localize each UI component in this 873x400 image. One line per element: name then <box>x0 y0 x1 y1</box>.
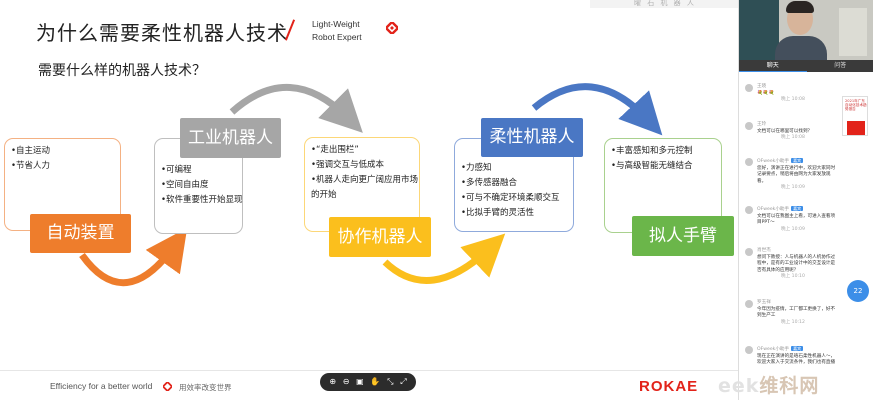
chat-time: 晚上 10:09 <box>781 226 805 232</box>
arrow-4 <box>531 83 663 136</box>
stage-label-collaborative: 协作机器人 <box>329 217 431 257</box>
chat-message: OFweek小助手 嘉宾 文档可以在我图主上看，可进入查看项目PPT～ 晚上 10… <box>745 206 837 233</box>
guest-badge: 嘉宾 <box>791 206 804 211</box>
stage-item: •可编程 <box>161 165 192 175</box>
chat-list: 王晓 💐💐💐 晚上 10:08 王玲 文档可以在哪里可以找到？ 晚上 10:08… <box>739 72 873 400</box>
chat-body: 今年因为疫情，工厂都工更换了，好不到生产工 <box>757 306 836 319</box>
chat-time: 晚上 10:09 <box>781 185 805 191</box>
tab-qa[interactable]: 问答 <box>807 60 873 72</box>
chat-message: OFweek小助手 嘉宾 您好，演讲正在进行中，欢迎大家同时记录要点，稍后将由网为… <box>745 158 837 192</box>
footer-divider <box>0 370 738 371</box>
tab-chat[interactable]: 聊天 <box>739 60 807 72</box>
chat-message: 王玲 文档可以在哪里可以找到？ 晚上 10:08 <box>745 122 837 142</box>
chat-time: 晚上 10:08 <box>781 135 805 141</box>
avatar <box>745 248 753 256</box>
stage-label-automation: 自动装置 <box>30 214 131 253</box>
chat-body: 现在正在演讲的是珞石柔性机器人～，欢迎大家入于交流条件，我们也有直播 <box>757 353 836 366</box>
avatar <box>745 122 753 130</box>
chat-message: 肖世杰 想问下教授：人与机器人的人机协作过程中，是有的工业设计中的交互设计是否有… <box>745 248 837 281</box>
stage-item: •软件重要性开始显现 <box>161 195 243 205</box>
footer-slogan-cn: 用效率改变世界 <box>179 383 232 392</box>
rokae-logo: ROKAE <box>639 378 699 395</box>
fit-page-icon[interactable]: ▣ <box>356 377 364 387</box>
ad-text: 2021年广东自动化技术趋势报告 <box>845 99 867 111</box>
chat-time: 晚上 10:12 <box>781 319 805 325</box>
zoom-out-icon[interactable]: ⊖ <box>343 377 350 387</box>
chat-message: 罗玉祥 今年因为疫情，工厂都工更换了，好不到生产工 晚上 10:12 <box>745 300 837 326</box>
chat-body: 想问下教授：人与机器人的人机协作过程中，是有的工业设计中的交互设计是否有具体的应… <box>757 254 836 273</box>
chat-author: OFweek小助手 嘉宾 <box>757 158 837 166</box>
stage-item: •比拟手臂的灵活性 <box>461 208 535 218</box>
chat-time: 晚上 10:08 <box>781 97 805 103</box>
screen: 曜 石 机 器 人 为什么需要柔性机器人技术 Light-Weight Robo… <box>0 0 873 400</box>
guest-badge: 嘉宾 <box>791 346 804 351</box>
stage-item: 的开始 <box>311 190 337 200</box>
avatar <box>745 206 753 214</box>
zoom-in-icon[interactable]: ⊕ <box>329 377 336 387</box>
chat-author-name: OFweek小助手 <box>757 207 790 212</box>
stage-label-anthropomorphic: 拟人手臂 <box>632 216 734 256</box>
stage-item: •节省人力 <box>11 161 51 171</box>
footer-diamond-icon <box>163 382 172 391</box>
stage-label-industrial: 工业机器人 <box>180 118 281 158</box>
chat-author: OFweek小助手 嘉宾 <box>757 206 837 214</box>
side-panel: 聊天 问答 王晓 💐💐💐 晚上 10:08 王玲 文档可以在哪里可以找到？ 晚上… <box>738 0 873 400</box>
chat-body: 您好，演讲正在进行中，欢迎大家同时记录要点，稍后将由网为大家发放观看。 <box>757 165 836 184</box>
chat-message: OFweek小助手 嘉宾 现在正在演讲的是珞石柔性机器人～，欢迎大家入于交流条件，… <box>745 346 837 367</box>
footer-slogan-en: Efficiency for a better world <box>50 381 153 391</box>
watermark-main: 维科网 <box>759 375 820 397</box>
avatar <box>745 300 753 308</box>
chat-message: 王晓 💐💐💐 晚上 10:08 <box>745 84 837 104</box>
stage-item: •机器人走向更广阔应用市场 <box>311 175 419 185</box>
guest-badge: 嘉宾 <box>791 158 804 163</box>
fullscreen-icon[interactable]: ⤢ <box>400 377 406 387</box>
chat-author: 王晓 <box>757 84 767 89</box>
watermark: eek维科网 <box>718 371 819 398</box>
stage-item: •丰富感知和多元控制 <box>611 146 693 156</box>
stage-item: •多传感器融合 <box>461 178 518 188</box>
chat-author: 肖世杰 <box>757 248 771 253</box>
slide-toolbar: ⊕ ⊖ ▣ ✋ ⤡ ⤢ <box>320 373 416 391</box>
chat-body: 文档可以在我图主上看，可进入查看项目PPT～ <box>757 213 836 226</box>
presentation-slide: 曜 石 机 器 人 为什么需要柔性机器人技术 Light-Weight Robo… <box>0 0 738 400</box>
ad-banner[interactable]: 2021年广东自动化技术趋势报告 <box>842 96 868 136</box>
floating-action-button[interactable]: 22 <box>847 280 869 302</box>
speaker-video <box>739 0 873 60</box>
stage-label-flexible: 柔性机器人 <box>481 118 583 157</box>
chat-time: 晚上 10:10 <box>781 274 805 280</box>
pan-hand-icon[interactable]: ✋ <box>370 377 380 387</box>
stage-item: •力感知 <box>461 163 492 173</box>
stage-item: •强调交互与低成本 <box>311 160 385 170</box>
stage-item: •“走出围栏” <box>311 145 359 155</box>
chat-author-name: OFweek小助手 <box>757 347 790 352</box>
avatar <box>745 84 753 92</box>
chat-author: 王玲 <box>757 122 767 127</box>
stage-item: •自主运动 <box>11 146 51 156</box>
panel-tabs: 聊天 问答 <box>739 60 873 72</box>
chat-author: OFweek小助手 嘉宾 <box>757 346 837 354</box>
chat-author: 罗玉祥 <box>757 300 771 305</box>
avatar <box>745 346 753 354</box>
stage-item: •可与不确定环境柔顺交互 <box>461 193 560 203</box>
stage-item: •与高级智能无缝结合 <box>611 161 693 171</box>
watermark-prefix: eek <box>718 375 760 397</box>
chat-author-name: OFweek小助手 <box>757 159 790 164</box>
arrow-2 <box>229 83 363 133</box>
stage-item: •空间自由度 <box>161 180 209 190</box>
shrink-icon[interactable]: ⤡ <box>387 377 393 387</box>
avatar <box>745 158 753 166</box>
